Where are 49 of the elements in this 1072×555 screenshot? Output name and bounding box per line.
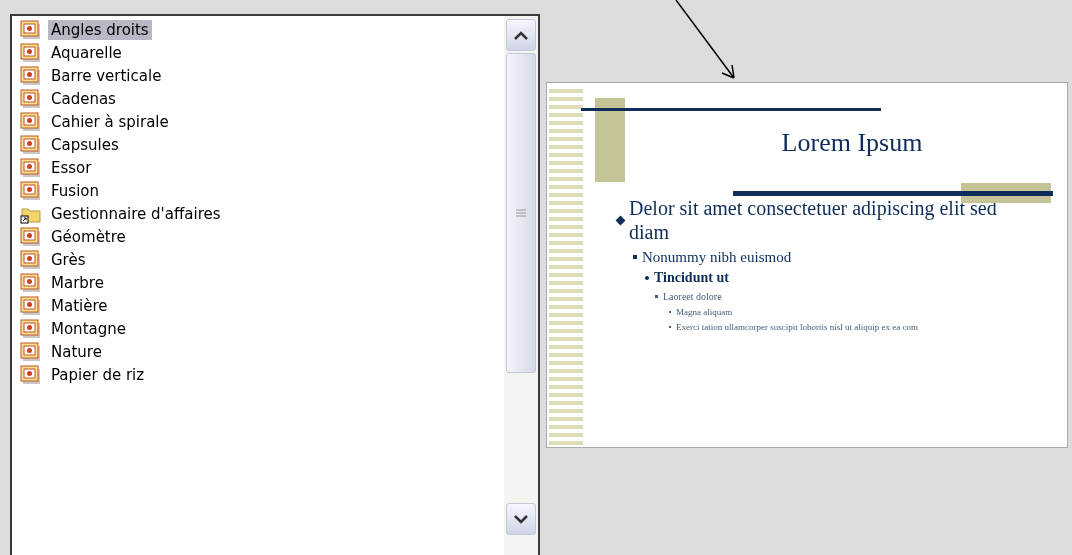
template-list-item[interactable]: Matière: [20, 294, 504, 317]
template-list-item[interactable]: Capsules: [20, 133, 504, 156]
bullet-icon: [633, 255, 637, 259]
slide-bullet-text: Tincidunt ut: [654, 270, 729, 287]
template-list-item[interactable]: Marbre: [20, 271, 504, 294]
scroll-down-button[interactable]: [506, 503, 536, 535]
presentation-file-icon: [20, 180, 42, 201]
template-list-item[interactable]: Aquarelle: [20, 41, 504, 64]
presentation-file-icon: [20, 65, 42, 86]
template-list-item[interactable]: Barre verticale: [20, 64, 504, 87]
template-list-item[interactable]: Papier de riz: [20, 363, 504, 386]
slide-bullet-text: Delor sit amet consectetuer adipiscing elit sed diam: [629, 196, 998, 244]
template-list-item[interactable]: Fusion: [20, 179, 504, 202]
bullet-icon: [615, 215, 626, 225]
template-list-item[interactable]: Géomètre: [20, 225, 504, 248]
presentation-file-icon: [20, 88, 42, 109]
grip-icon: [516, 209, 526, 217]
presentation-file-icon: [20, 249, 42, 270]
presentation-file-icon: [20, 111, 42, 132]
presentation-file-icon: [20, 272, 42, 293]
presentation-file-icon: [20, 157, 42, 178]
presentation-file-icon: [20, 295, 42, 316]
scrollbar-thumb[interactable]: [506, 53, 536, 373]
template-list-item[interactable]: Angles droits: [20, 18, 504, 41]
template-list-item[interactable]: Nature: [20, 340, 504, 363]
slide-bullet-text: Nonummy nibh euismod: [642, 248, 792, 266]
chevron-down-icon: [514, 514, 528, 524]
presentation-file-icon: [20, 318, 42, 339]
presentation-file-icon: [20, 364, 42, 385]
slide-bullet-text: Exerci tation ullamcorper suscipit lobortis nisl ut aliquip ex ea com: [676, 321, 918, 333]
bullet-icon: [655, 295, 658, 299]
template-list-item[interactable]: Montagne: [20, 317, 504, 340]
scrollbar[interactable]: [504, 16, 538, 555]
scroll-up-button[interactable]: [506, 19, 536, 51]
presentation-file-icon: [20, 341, 42, 362]
template-list-item[interactable]: Essor: [20, 156, 504, 179]
presentation-file-icon: [20, 42, 42, 63]
slide-title: Lorem Ipsum: [781, 128, 923, 158]
presentation-file-icon: [20, 19, 42, 40]
bullet-icon: [645, 276, 649, 281]
slide-bullet-text: Magna aliquam: [676, 306, 733, 318]
template-list-item[interactable]: Cadenas: [20, 87, 504, 110]
template-list-item[interactable]: Gestionnaire d'affaires: [20, 202, 504, 225]
presentation-file-icon: [20, 226, 42, 247]
template-list-item[interactable]: Cahier à spirale: [20, 110, 504, 133]
presentation-file-icon: [20, 134, 42, 155]
slide-bullet-text: Laoreet dolore: [663, 290, 722, 303]
chevron-up-icon: [514, 30, 528, 40]
template-list-item[interactable]: Grès: [20, 248, 504, 271]
